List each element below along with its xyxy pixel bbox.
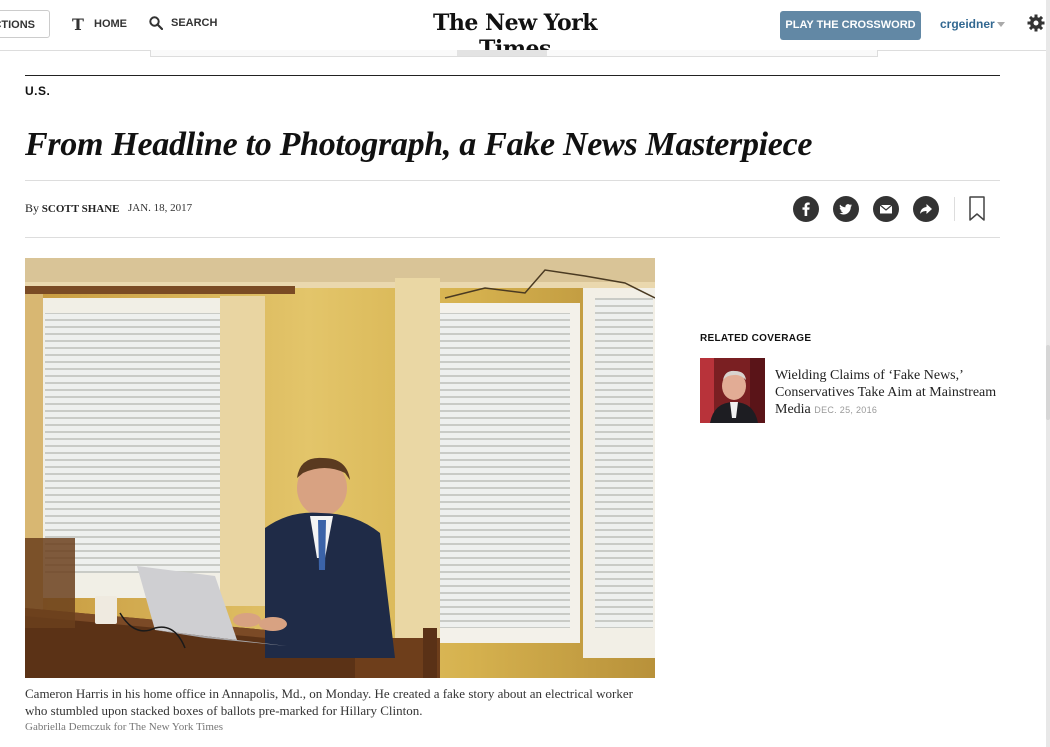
photo-illustration xyxy=(25,258,655,678)
sections-button[interactable]: CTIONS xyxy=(0,10,50,38)
nyt-t-icon: T xyxy=(72,16,84,32)
share-icon xyxy=(920,204,932,214)
user-menu[interactable]: crgeidner xyxy=(940,17,995,31)
photo-credit: Gabriella Demczuk for The New York Times xyxy=(25,721,224,733)
play-crossword-button[interactable]: PLAY THE CROSSWORD xyxy=(780,11,921,40)
divider xyxy=(25,237,1000,238)
thumbnail-portrait xyxy=(700,358,765,423)
share-divider xyxy=(954,197,955,221)
advertisement-content[interactable] xyxy=(457,50,547,56)
photo-caption: Cameron Harris in his home office in Ann… xyxy=(25,686,633,718)
caret-down-icon[interactable] xyxy=(997,22,1005,27)
email-share-button[interactable] xyxy=(873,196,899,222)
bookmark-icon[interactable] xyxy=(968,196,986,222)
byline-prefix: By xyxy=(25,201,40,215)
scrollbar-thumb[interactable] xyxy=(1046,345,1050,420)
related-article-link[interactable]: Wielding Claims of ‘Fake News,’ Conserva… xyxy=(775,367,1005,419)
byline: By SCOTT SHANE xyxy=(25,201,120,216)
twitter-share-button[interactable] xyxy=(833,196,859,222)
section-divider xyxy=(25,75,1000,76)
divider xyxy=(25,180,1000,181)
more-share-button[interactable] xyxy=(913,196,939,222)
home-label: HOME xyxy=(94,18,127,30)
publish-date: JAN. 18, 2017 xyxy=(128,202,193,214)
related-coverage-heading: RELATED COVERAGE xyxy=(700,333,812,344)
search-icon xyxy=(149,16,163,30)
article-headline: From Headline to Photograph, a Fake News… xyxy=(25,126,813,163)
gear-icon[interactable] xyxy=(1026,13,1046,33)
section-label[interactable]: U.S. xyxy=(25,84,50,98)
search-link[interactable]: SEARCH xyxy=(149,16,217,30)
svg-text:T: T xyxy=(72,16,84,32)
article-photo[interactable] xyxy=(25,258,655,678)
related-article-date: DEC. 25, 2016 xyxy=(814,405,878,415)
author-name[interactable]: SCOTT SHANE xyxy=(42,203,120,215)
search-label: SEARCH xyxy=(171,17,218,29)
facebook-icon xyxy=(802,202,810,216)
facebook-share-button[interactable] xyxy=(793,196,819,222)
email-icon xyxy=(879,204,893,214)
twitter-icon xyxy=(839,204,852,215)
home-link[interactable]: T HOME xyxy=(72,16,127,32)
related-article-title[interactable]: Wielding Claims of ‘Fake News,’ Conserva… xyxy=(775,368,996,417)
related-article-thumbnail[interactable] xyxy=(700,358,765,423)
